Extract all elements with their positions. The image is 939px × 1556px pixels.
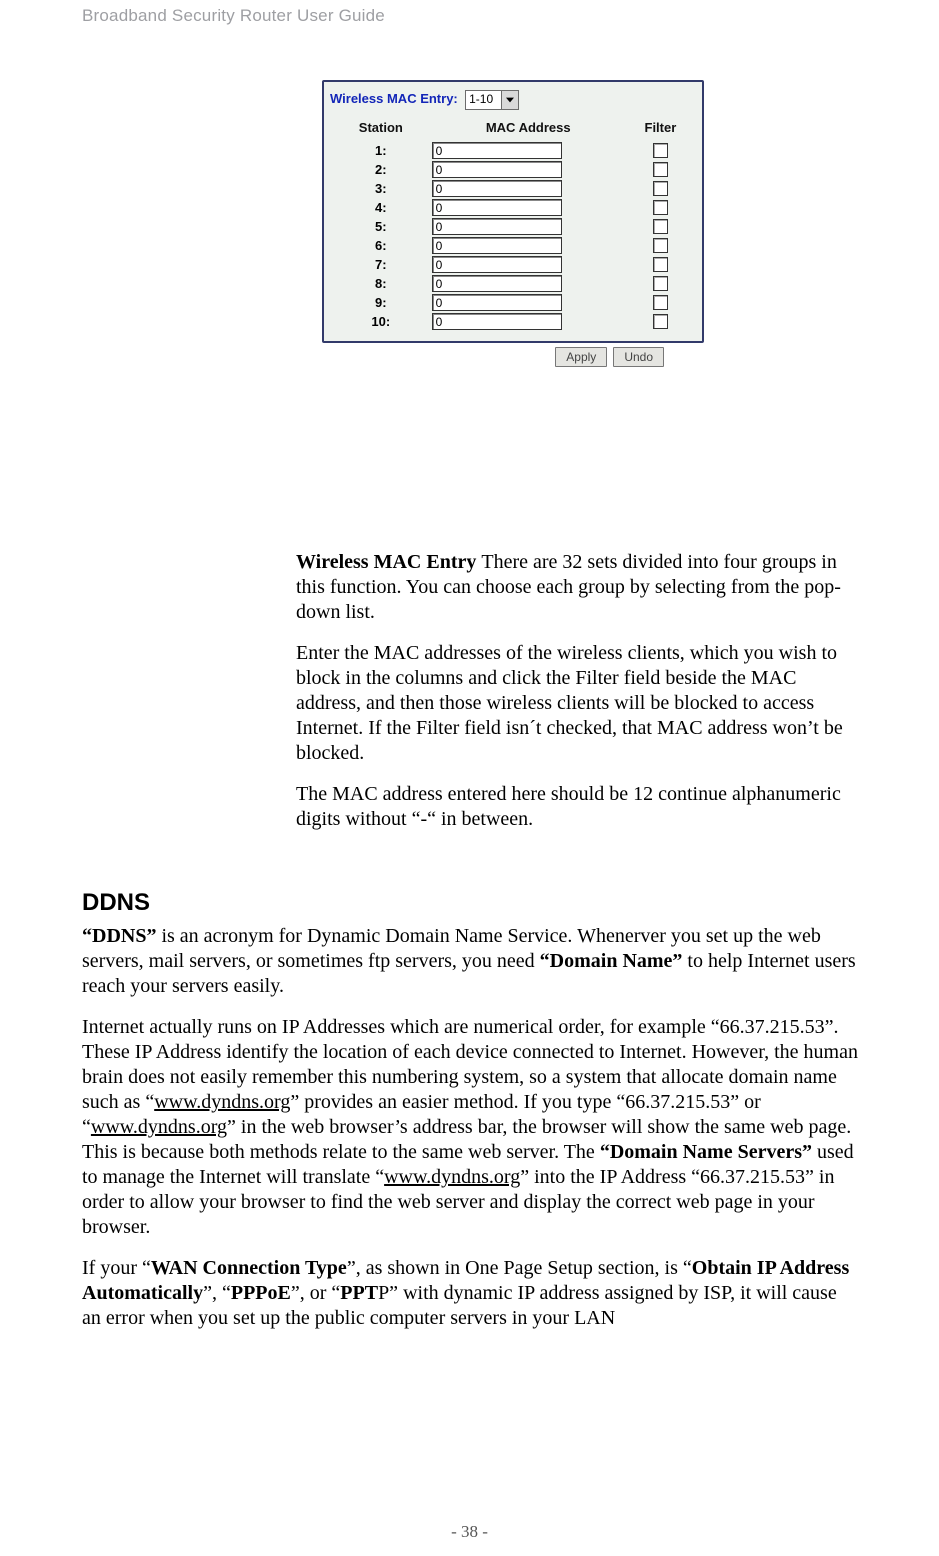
- paragraph: Internet actually runs on IP Addresses w…: [82, 1015, 858, 1240]
- station-label: 4:: [330, 198, 432, 217]
- th-filter: Filter: [625, 116, 696, 141]
- mac-input[interactable]: 0: [432, 218, 562, 235]
- table-row: 6: 0: [330, 236, 696, 255]
- filter-checkbox[interactable]: [653, 276, 668, 291]
- mac-range-value: 1-10: [469, 92, 493, 106]
- table-row: 10: 0: [330, 312, 696, 331]
- link-dyndns[interactable]: www.dyndns.org: [384, 1166, 520, 1188]
- table-row: 7: 0: [330, 255, 696, 274]
- paragraph: Enter the MAC addresses of the wireless …: [82, 641, 858, 766]
- filter-checkbox[interactable]: [653, 257, 668, 272]
- link-dyndns[interactable]: www.dyndns.org: [91, 1116, 227, 1138]
- mac-input[interactable]: 0: [432, 161, 562, 178]
- mac-input[interactable]: 0: [432, 199, 562, 216]
- paragraph: If your “WAN Connection Type”, as shown …: [82, 1256, 858, 1331]
- station-label: 3:: [330, 179, 432, 198]
- station-label: 6:: [330, 236, 432, 255]
- station-label: 2:: [330, 160, 432, 179]
- strong-text: Wireless MAC Entry: [296, 551, 481, 573]
- table-row: 4: 0: [330, 198, 696, 217]
- filter-checkbox[interactable]: [653, 200, 668, 215]
- filter-checkbox[interactable]: [653, 143, 668, 158]
- strong-text: “Domain Name Servers”: [600, 1141, 812, 1163]
- th-mac: MAC Address: [432, 116, 625, 141]
- paragraph: Wireless MAC Entry There are 32 sets div…: [82, 550, 858, 625]
- text-span: ”, “: [203, 1282, 231, 1304]
- strong-text: “Domain Name”: [540, 950, 683, 972]
- table-row: 3: 0: [330, 179, 696, 198]
- mac-entry-table: Station MAC Address Filter 1: 0 2: 0: [330, 116, 696, 331]
- button-row: Apply Undo: [322, 347, 704, 367]
- station-label: 1:: [330, 141, 432, 160]
- filter-checkbox[interactable]: [653, 162, 668, 177]
- undo-button[interactable]: Undo: [613, 347, 664, 367]
- station-label: 5:: [330, 217, 432, 236]
- strong-text: PPT: [340, 1282, 378, 1304]
- table-row: 9: 0: [330, 293, 696, 312]
- text-span: ”, or “: [291, 1282, 340, 1304]
- mac-input[interactable]: 0: [432, 237, 562, 254]
- page-footer: - 38 -: [0, 1522, 939, 1542]
- link-dyndns[interactable]: www.dyndns.org: [154, 1091, 290, 1113]
- text-span: If your “: [82, 1257, 151, 1279]
- filter-checkbox[interactable]: [653, 181, 668, 196]
- filter-checkbox[interactable]: [653, 238, 668, 253]
- strong-text: WAN Connection Type: [151, 1257, 347, 1279]
- table-row: 5: 0: [330, 217, 696, 236]
- mac-input[interactable]: 0: [432, 294, 562, 311]
- mac-range-select[interactable]: 1-10: [465, 90, 519, 110]
- paragraph: “DDNS” is an acronym for Dynamic Domain …: [82, 924, 858, 999]
- mac-input[interactable]: 0: [432, 256, 562, 273]
- station-label: 8:: [330, 274, 432, 293]
- filter-checkbox[interactable]: [653, 219, 668, 234]
- mac-input[interactable]: 0: [432, 142, 562, 159]
- chevron-down-icon[interactable]: [501, 91, 518, 109]
- table-row: 1: 0: [330, 141, 696, 160]
- filter-checkbox[interactable]: [653, 295, 668, 310]
- strong-text: “DDNS”: [82, 925, 156, 947]
- ddns-heading: DDNS: [82, 888, 858, 918]
- mac-input[interactable]: 0: [432, 313, 562, 330]
- mac-input[interactable]: 0: [432, 275, 562, 292]
- table-row: 8: 0: [330, 274, 696, 293]
- table-row: 2: 0: [330, 160, 696, 179]
- text-span: ”, as shown in One Page Setup section, i…: [347, 1257, 692, 1279]
- page-header: Broadband Security Router User Guide: [82, 6, 385, 26]
- station-label: 9:: [330, 293, 432, 312]
- paragraph: The MAC address entered here should be 1…: [82, 782, 858, 832]
- mac-input[interactable]: 0: [432, 180, 562, 197]
- th-station: Station: [330, 116, 432, 141]
- mac-entry-panel: Wireless MAC Entry: 1-10 Station MAC Add…: [322, 80, 704, 367]
- station-label: 10:: [330, 312, 432, 331]
- filter-checkbox[interactable]: [653, 314, 668, 329]
- mac-entry-label: Wireless MAC Entry:: [330, 91, 458, 106]
- apply-button[interactable]: Apply: [555, 347, 607, 367]
- strong-text: PPPoE: [231, 1282, 291, 1304]
- station-label: 7:: [330, 255, 432, 274]
